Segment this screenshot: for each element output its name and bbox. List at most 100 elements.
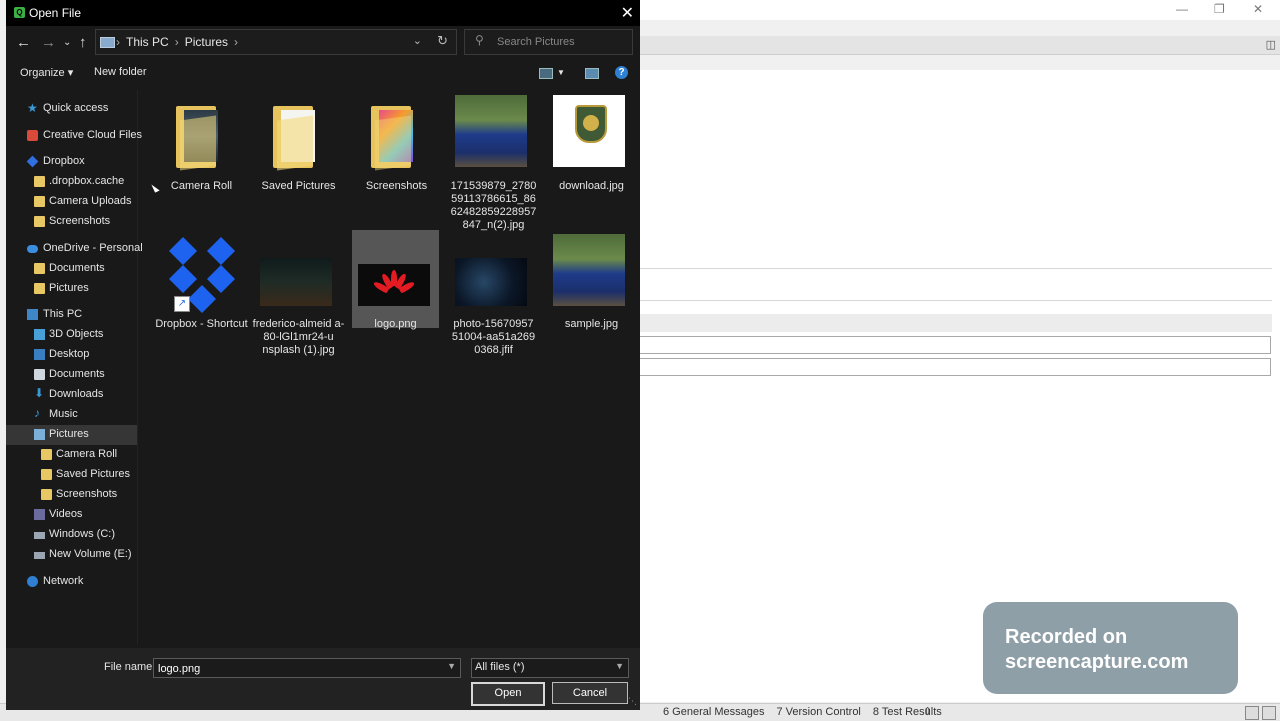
folder-icon — [41, 469, 52, 480]
file-name-input[interactable] — [156, 660, 440, 677]
sidebar-item-label: Downloads — [49, 388, 104, 400]
sidebar-item-this-pc[interactable]: This PC — [6, 305, 137, 325]
open-file-dialog: Q Open File ✕ ← → ⌄ ↑ › This PC › Pictur… — [6, 0, 640, 710]
sidebar-item-saved-pictures[interactable]: Saved Pictures — [6, 465, 137, 485]
sidebar-item-3d-objects[interactable]: 3D Objects — [6, 325, 137, 345]
sidebar-item-desktop[interactable]: Desktop — [6, 345, 137, 365]
chevron-down-icon[interactable]: ⌄ — [63, 37, 71, 48]
panel-toggle-icon[interactable] — [1262, 706, 1276, 720]
file-item-frederico-jpg[interactable]: frederico-almeid a-80-lGl1mr24-u nsplash… — [253, 230, 344, 356]
chevron-down-icon[interactable]: ▼ — [447, 661, 456, 671]
breadcrumb: › This PC › Pictures › — [116, 35, 238, 49]
help-icon[interactable]: ? — [615, 66, 628, 79]
file-name-combobox[interactable]: ▼ — [153, 658, 461, 678]
search-input[interactable] — [495, 33, 629, 51]
file-item-logo-png[interactable]: logo.png — [352, 230, 439, 330]
sidebar-item-onedrive-pictures[interactable]: Pictures — [6, 279, 137, 299]
back-arrow-icon[interactable]: ← — [16, 34, 31, 51]
sidebar-item-label: Creative Cloud Files — [43, 129, 143, 141]
sidebar-item-new-volume-e[interactable]: New Volume (E:) — [6, 545, 137, 565]
sidebar-item-label: Camera Uploads — [49, 195, 132, 207]
navigation-pane: ★ Quick access Creative Cloud Files Dropb… — [6, 90, 143, 645]
sidebar-item-network[interactable]: Network — [6, 572, 137, 592]
emblem-icon — [575, 105, 607, 143]
background-input-field[interactable] — [640, 358, 1271, 376]
status-tab-general-messages[interactable]: 6 General Messages — [663, 706, 765, 718]
up-down-arrows-icon[interactable]: ⇕ — [923, 705, 932, 718]
sidebar-item-label: .dropbox.cache — [49, 175, 125, 187]
file-item-screenshots[interactable]: Screenshots — [353, 92, 440, 192]
navigation-bar: ← → ⌄ ↑ › This PC › Pictures › ⌄ ↻ ⚲ — [6, 26, 640, 58]
folder-icon — [34, 196, 45, 207]
sidebar-item-screenshots[interactable]: Screenshots — [6, 485, 137, 505]
sidebar-item-quick-access[interactable]: ★ Quick access — [6, 99, 137, 119]
file-item-dropbox-shortcut[interactable]: ↗ Dropbox - Shortcut — [155, 230, 248, 330]
view-options-chevron-icon[interactable]: ▼ — [557, 68, 565, 77]
file-item-camera-roll[interactable]: Camera Roll — [158, 92, 245, 192]
forward-arrow-icon[interactable]: → — [41, 34, 56, 51]
restore-icon[interactable]: ❐ — [1214, 2, 1225, 16]
split-view-icon[interactable]: ◫ — [1266, 38, 1276, 51]
address-bar[interactable]: › This PC › Pictures › ⌄ ↻ — [95, 29, 457, 55]
status-tab-version-control[interactable]: 7 Version Control — [777, 706, 861, 718]
sidebar-item-label: Documents — [49, 262, 105, 274]
new-folder-button[interactable]: New folder — [94, 66, 147, 78]
file-item-sample-jpg[interactable]: sample.jpg — [548, 230, 635, 330]
file-name-label: Dropbox - Shortcut — [155, 318, 248, 330]
sidebar-item-label: Desktop — [49, 348, 90, 360]
sidebar-item-videos[interactable]: Videos — [6, 505, 137, 525]
sidebar-item-label: Camera Roll — [56, 448, 118, 460]
sidebar-item-dropbox[interactable]: Dropbox — [6, 152, 137, 172]
change-view-icon[interactable] — [539, 68, 553, 79]
sidebar-item-onedrive-documents[interactable]: Documents — [6, 259, 137, 279]
file-item-photo-jfif[interactable]: photo-15670957 51004-aa51a269 0368.jfif — [450, 230, 537, 356]
sidebar-item-label: Quick access — [43, 102, 109, 114]
preview-pane-icon[interactable] — [585, 68, 599, 79]
close-window-icon[interactable]: ✕ — [1253, 2, 1263, 16]
chevron-down-icon[interactable]: ▼ — [615, 661, 624, 671]
app-icon: Q — [14, 7, 25, 18]
sidebar-item-label: Dropbox — [43, 155, 85, 167]
address-dropdown-icon[interactable]: ⌄ — [413, 34, 422, 47]
divider — [640, 300, 1272, 301]
sidebar-item-dropbox-screenshots[interactable]: Screenshots — [6, 212, 137, 232]
file-name-label: 171539879_2780 59113786615_86 6248285922… — [450, 180, 537, 231]
desktop-icon — [34, 349, 45, 360]
panel-toggle-icon[interactable] — [1245, 706, 1259, 720]
file-item-171539879-jpg[interactable]: 171539879_2780 59113786615_86 6248285922… — [450, 92, 537, 231]
breadcrumb-pictures[interactable]: Pictures — [185, 35, 228, 49]
open-button[interactable]: Open — [471, 682, 545, 706]
file-name-label: Saved Pictures — [261, 180, 336, 192]
dialog-titlebar: Q Open File ✕ — [6, 0, 640, 26]
organize-button[interactable]: Organize ▾ — [20, 66, 73, 79]
sidebar-item-label: Pictures — [49, 428, 89, 440]
sidebar-item-windows-c[interactable]: Windows (C:) — [6, 525, 137, 545]
resize-grip-icon[interactable]: ⋱ — [628, 696, 637, 707]
close-icon[interactable]: ✕ — [621, 3, 634, 23]
sidebar-item-pictures[interactable]: Pictures — [6, 425, 137, 445]
background-input-field[interactable] — [640, 336, 1271, 354]
sidebar-item-camera-roll[interactable]: Camera Roll — [6, 445, 137, 465]
sidebar-item-camera-uploads[interactable]: Camera Uploads — [6, 192, 137, 212]
sidebar-item-documents[interactable]: Documents — [6, 365, 137, 385]
file-type-dropdown[interactable]: All files (*) ▼ — [471, 658, 629, 678]
sidebar-item-onedrive[interactable]: OneDrive - Personal — [6, 239, 143, 259]
image-thumbnail — [553, 95, 625, 167]
folder-front — [375, 115, 411, 171]
breadcrumb-this-pc[interactable]: This PC — [126, 35, 169, 49]
search-box[interactable]: ⚲ — [464, 29, 633, 55]
minimize-icon[interactable]: — — [1176, 2, 1188, 16]
file-item-saved-pictures[interactable]: Saved Pictures — [255, 92, 342, 192]
refresh-icon[interactable]: ↻ — [437, 33, 448, 49]
file-item-download-jpg[interactable]: download.jpg — [548, 92, 635, 192]
sidebar-item-dropbox-cache[interactable]: .dropbox.cache — [6, 172, 137, 192]
breadcrumb-separator[interactable]: › — [234, 35, 238, 49]
divider — [640, 268, 1272, 269]
file-name-label: photo-15670957 51004-aa51a269 0368.jfif — [451, 318, 536, 356]
cancel-button[interactable]: Cancel — [552, 682, 628, 704]
search-icon: ⚲ — [475, 33, 484, 47]
sidebar-item-music[interactable]: ♪ Music — [6, 405, 137, 425]
up-arrow-icon[interactable]: ↑ — [79, 34, 87, 51]
sidebar-item-downloads[interactable]: ⬇ Downloads — [6, 385, 137, 405]
sidebar-item-creative-cloud[interactable]: Creative Cloud Files — [6, 126, 142, 146]
